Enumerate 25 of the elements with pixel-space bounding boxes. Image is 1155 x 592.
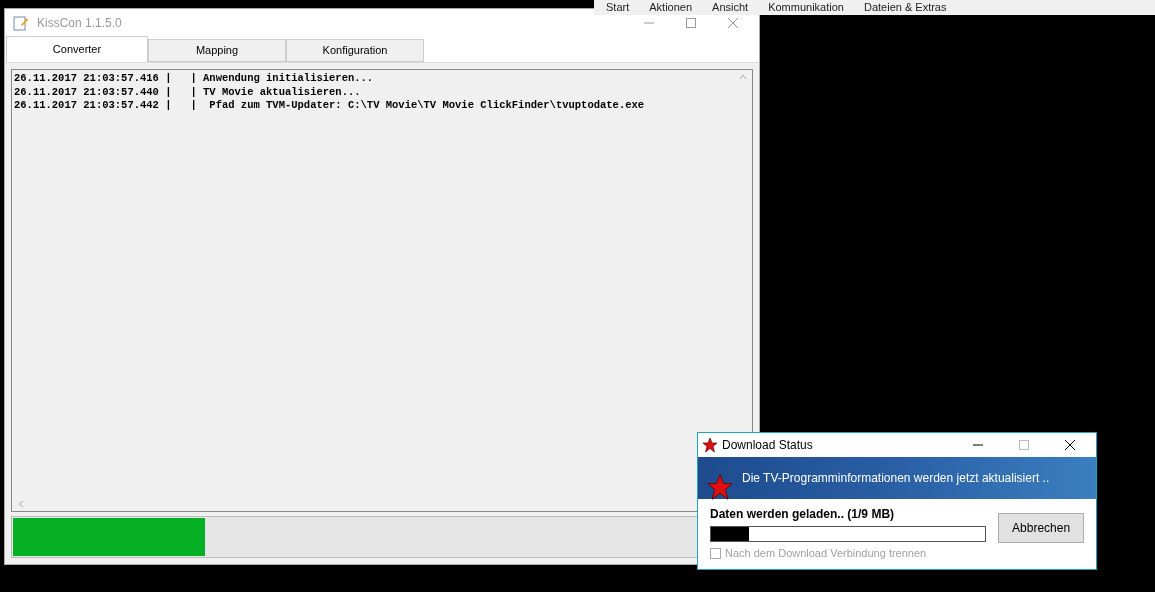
banner-text: Die TV-Programminformationen werden jetzt aktualisiert .. [742, 470, 1050, 487]
ribbon-tab[interactable]: Dateien & Extras [863, 0, 947, 16]
ribbon-tab[interactable]: Kommunikation [768, 0, 844, 16]
status-text: Daten werden geladen.. (1/9 MB) [710, 506, 896, 523]
ribbon-tab[interactable]: Aktionen [649, 0, 693, 16]
cancel-button[interactable]: Abbrechen [998, 513, 1084, 543]
close-icon[interactable] [1064, 439, 1076, 451]
ribbon-tab[interactable]: Ansicht [712, 0, 749, 16]
log-line: 26.11.2017 21:03:57.416 | | Anwendung initialisieren... [14, 72, 374, 86]
tab[interactable]: Mapping [148, 39, 286, 62]
maximize-icon[interactable] [685, 17, 697, 29]
log-line: 26.11.2017 21:03:57.442 | | Pfad zum TVM-Updater: C:\TV Movie\TV Movie ClickFinder\tvuptodate.exe [14, 99, 645, 113]
tab[interactable]: Konfiguration [286, 39, 424, 62]
star-icon [702, 437, 718, 453]
scroll-left-icon[interactable] [17, 500, 25, 508]
scroll-up-icon[interactable] [739, 73, 747, 81]
window-title: KissCon 1.1.5.0 [37, 15, 122, 32]
dialog-title: Download Status [722, 437, 813, 454]
star-icon [706, 473, 734, 501]
ribbon-tab[interactable]: Start [606, 0, 630, 16]
log-line: 26.11.2017 21:03:57.440 | | TV Movie aktualisieren... [14, 85, 361, 99]
checkbox-label: Nach dem Download Verbindung trennen [725, 546, 927, 561]
tab[interactable]: Converter [6, 36, 148, 62]
notepad-icon [13, 15, 29, 31]
maximize-icon[interactable] [1018, 439, 1030, 451]
